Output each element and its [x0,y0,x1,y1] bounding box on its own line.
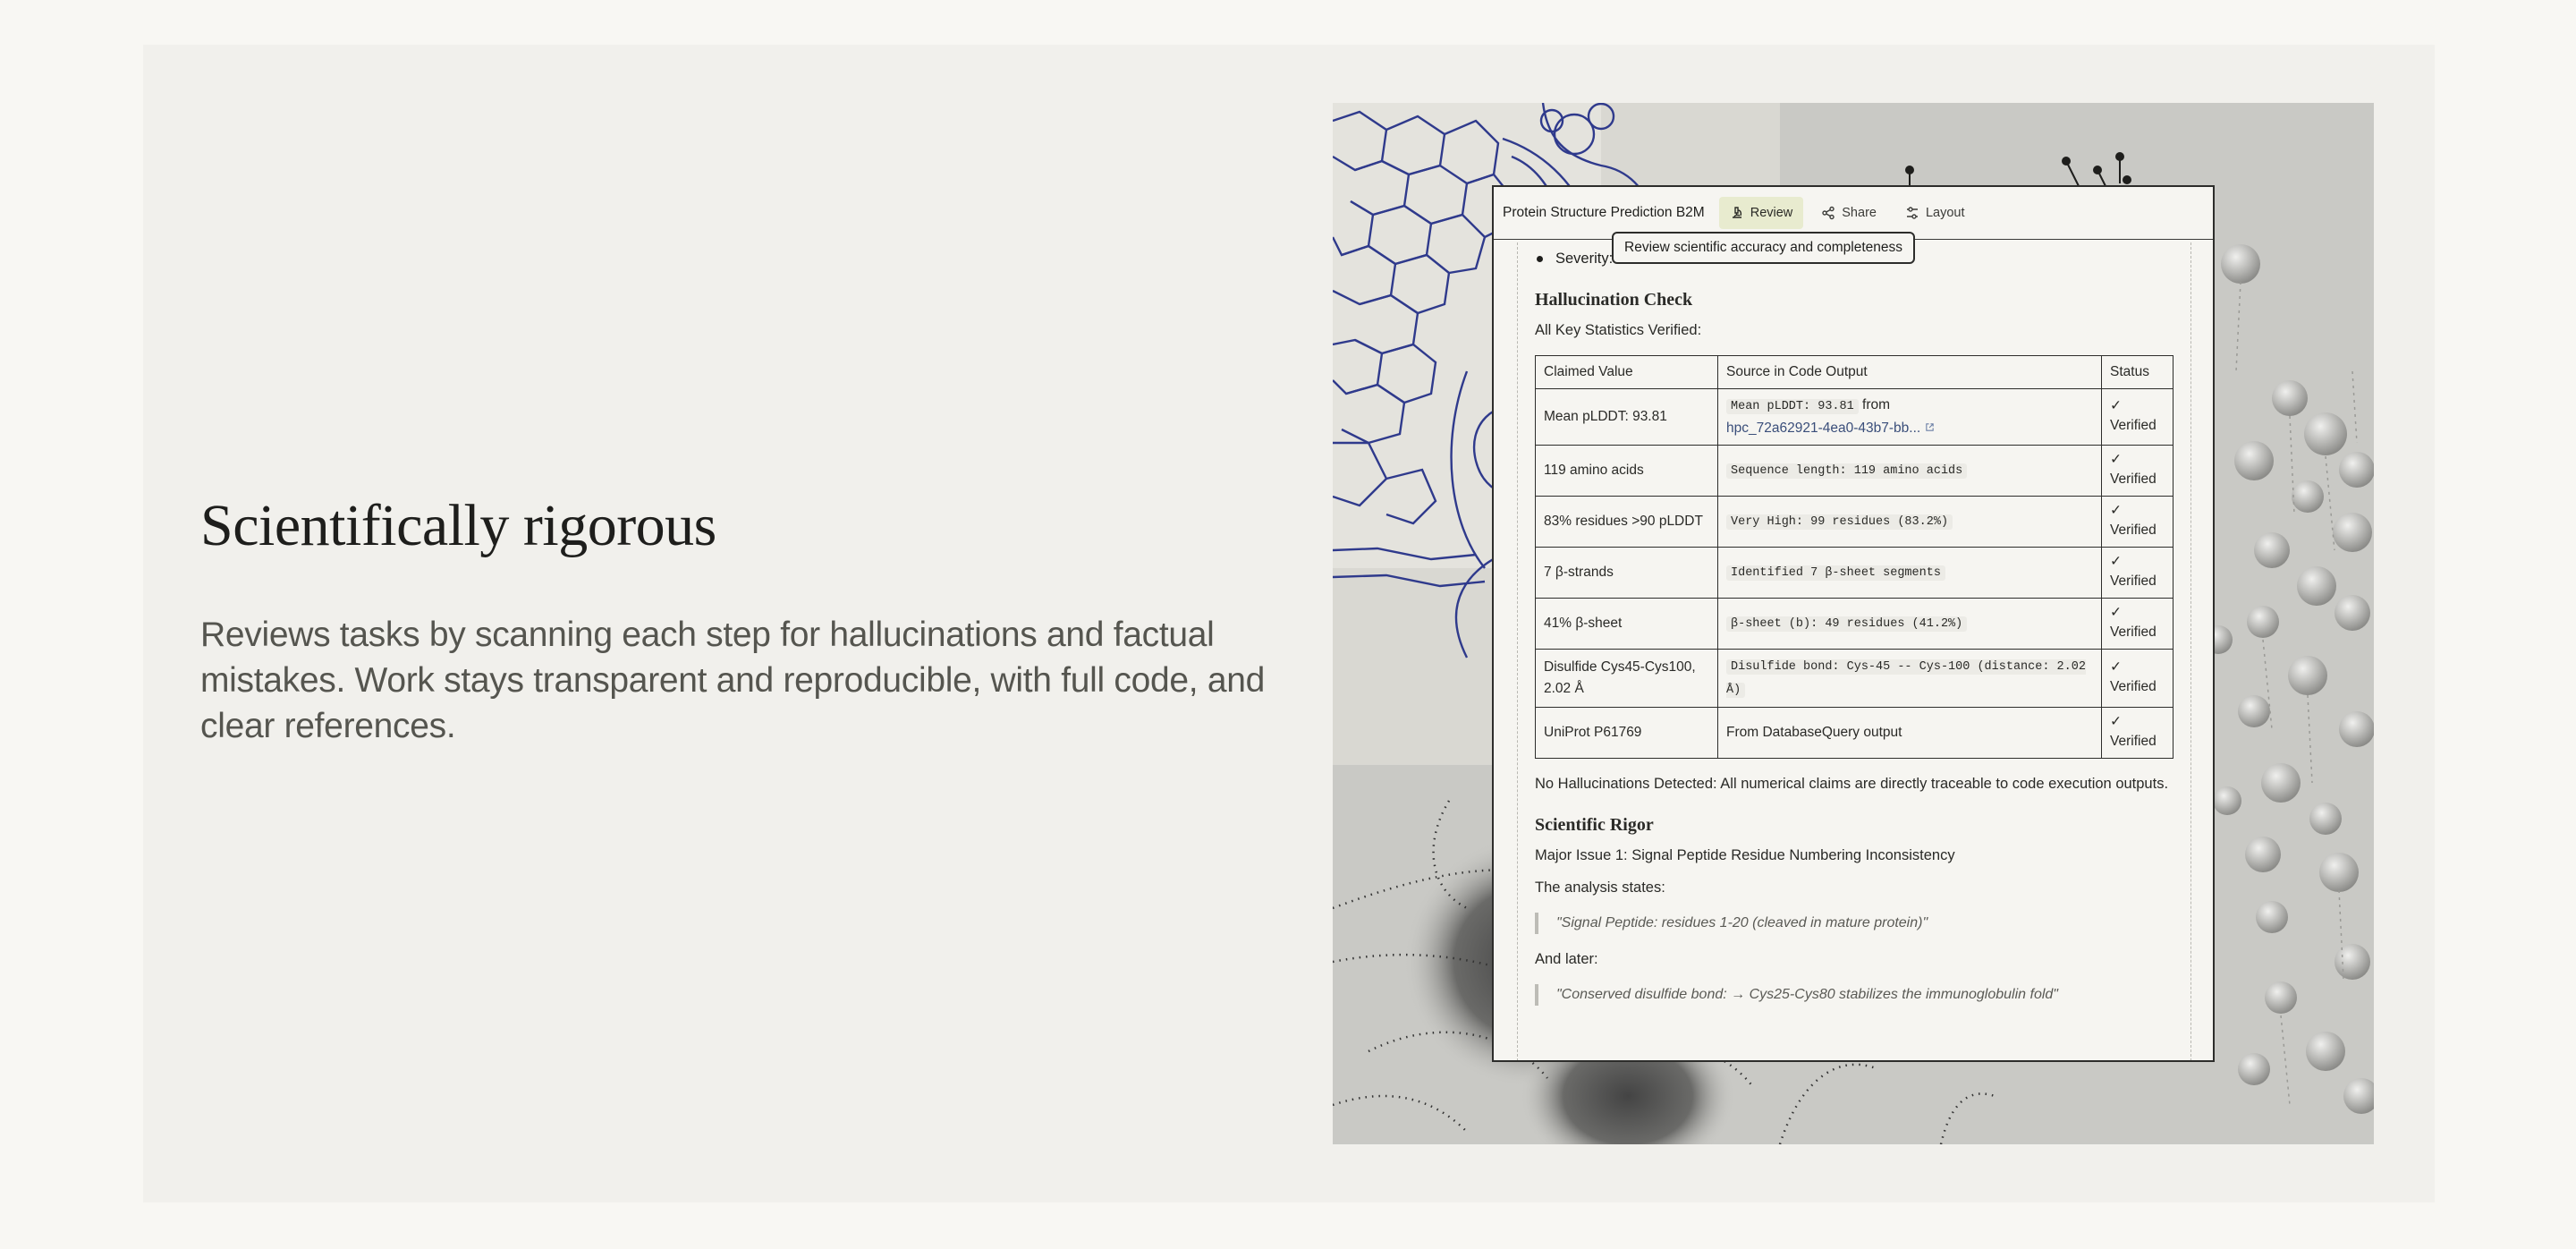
microscope-icon [1732,207,1741,218]
source-code: Mean pLDDT: 93.81 [1726,399,1859,414]
status-text: Verified [2110,734,2157,749]
status-text: Verified [2110,472,2157,487]
source-cell: Disulfide bond: Cys-45 -- Cys-100 (dista… [1717,649,2102,708]
feature-title: Scientifically rigorous [200,493,716,558]
verified-intro: All Key Statistics Verified: [1535,322,1702,338]
status-text: Verified [2110,679,2157,694]
claim-cell: 119 amino acids [1535,445,1718,497]
hallucination-check-heading: Hallucination Check [1535,290,1693,310]
quote-block: "Signal Peptide: residues 1-20 (cleaved … [1535,913,2175,934]
and-later-label: And later: [1535,951,1598,967]
status-text: Verified [2110,523,2157,538]
claim-cell: 41% β-sheet [1535,598,1718,650]
checkmark-icon: ✓ [2110,659,2122,675]
feature-panel: Scientifically rigorous Reviews tasks by… [143,45,2435,1202]
share-button-label: Share [1842,206,1877,220]
column-header-claimed-value: Claimed Value [1535,355,1718,389]
review-button[interactable]: Review [1718,197,1804,229]
review-report: Severity: Hallucination Check All Key St… [1535,241,2175,1020]
claim-cell: Disulfide Cys45-Cys100, 2.02 Å [1535,649,1718,708]
share-button[interactable]: Share [1810,197,1887,229]
source-cell: From DatabaseQuery output [1717,707,2102,759]
source-cell: Mean pLDDT: 93.81 from hpc_72a62921-4ea0… [1717,388,2102,446]
feature-description: Reviews tasks by scanning each step for … [200,616,1266,745]
severity-label: Severity: [1555,251,1614,267]
scientific-rigor-heading: Scientific Rigor [1535,815,1654,835]
analysis-states-label: The analysis states: [1535,879,1665,896]
external-link-icon [1925,423,1934,431]
claim-cell: 7 β-strands [1535,547,1718,599]
claim-cell: 83% residues >90 pLDDT [1535,496,1718,548]
table-row: 119 amino acids Sequence length: 119 ami… [1535,445,2174,497]
checkmark-icon: ✓ [2110,554,2122,569]
status-cell: ✓ Verified [2101,598,2174,650]
source-cell: Sequence length: 119 amino acids [1717,445,2102,497]
quote-block: "Conserved disulfide bond: → Cys25-Cys80… [1535,984,2175,1006]
claim-cell: UniProt P61769 [1535,707,1718,759]
column-header-status: Status [2101,355,2174,389]
source-code: Very High: 99 residues (83.2%) [1726,514,1953,530]
layout-button-label: Layout [1925,206,1965,220]
table-row: UniProt P61769 From DatabaseQuery output… [1535,707,2174,759]
verification-table: Claimed Value Source in Code Output Stat… [1535,355,2174,759]
bullet-dot [1537,255,1543,262]
source-code: Disulfide bond: Cys-45 -- Cys-100 (dista… [1726,659,2086,698]
checkmark-icon: ✓ [2110,714,2122,729]
table-row: Disulfide Cys45-Cys100, 2.02 Å Disulfide… [1535,649,2174,708]
status-text: Verified [2110,418,2157,433]
source-link[interactable]: hpc_72a62921-4ea0-43b7-bb... [1726,421,1935,436]
checkmark-icon: ✓ [2110,398,2122,413]
no-hallucinations-summary: No Hallucinations Detected: All numerica… [1535,776,2169,792]
source-code: Sequence length: 119 amino acids [1726,463,1968,479]
table-row: 7 β-strands Identified 7 β-sheet segment… [1535,547,2174,599]
checkmark-icon: ✓ [2110,605,2122,620]
source-cell: Very High: 99 residues (83.2%) [1717,496,2102,548]
source-cell: Identified 7 β-sheet segments [1717,547,2102,599]
review-window: Protein Structure Prediction B2M Review … [1492,185,2215,1062]
table-row: 83% residues >90 pLDDT Very High: 99 res… [1535,496,2174,548]
source-suffix: from [1862,397,1891,412]
source-link-label: hpc_72a62921-4ea0-43b7-bb... [1726,421,1921,436]
status-text: Verified [2110,574,2157,589]
status-cell: ✓ Verified [2101,649,2174,708]
source-code: Identified 7 β-sheet segments [1726,565,1945,581]
status-text: Verified [2110,624,2157,640]
status-cell: ✓ Verified [2101,496,2174,548]
column-header-source: Source in Code Output [1717,355,2102,389]
status-cell: ✓ Verified [2101,547,2174,599]
table-row: Mean pLDDT: 93.81 Mean pLDDT: 93.81 from… [1535,388,2174,446]
major-issue-title: Major Issue 1: Signal Peptide Residue Nu… [1535,847,1955,863]
layout-button[interactable]: Layout [1894,197,1976,229]
review-button-label: Review [1750,206,1793,220]
share-icon [1822,206,1835,220]
sliders-icon [1906,207,1918,219]
review-tooltip: Review scientific accuracy and completen… [1612,232,1915,264]
table-header-row: Claimed Value Source in Code Output Stat… [1535,355,2174,389]
document-title: Protein Structure Prediction B2M [1503,205,1705,220]
status-cell: ✓ Verified [2101,707,2174,759]
source-code: β-sheet (b): 49 residues (41.2%) [1726,616,1968,632]
checkmark-icon: ✓ [2110,503,2122,518]
status-cell: ✓ Verified [2101,388,2174,446]
checkmark-icon: ✓ [2110,452,2122,467]
table-row: 41% β-sheet β-sheet (b): 49 residues (41… [1535,598,2174,650]
status-cell: ✓ Verified [2101,445,2174,497]
claim-cell: Mean pLDDT: 93.81 [1535,388,1718,446]
source-cell: β-sheet (b): 49 residues (41.2%) [1717,598,2102,650]
